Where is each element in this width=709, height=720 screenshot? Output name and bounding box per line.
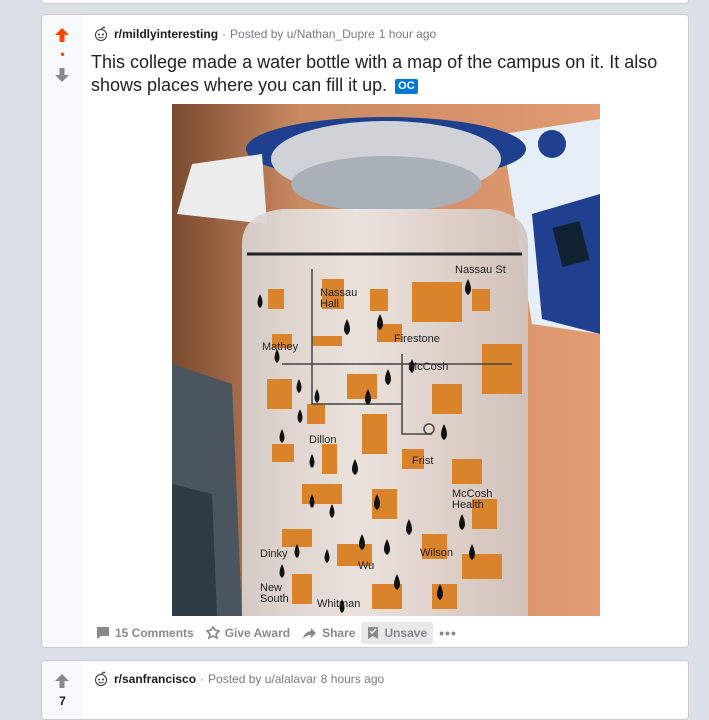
map-label-nassau-st: Nassau St — [455, 264, 506, 276]
map-label-wilson: Wilson — [420, 547, 453, 559]
subreddit-link[interactable]: r/mildlyinteresting — [114, 27, 218, 41]
map-label-firestone: Firestone — [394, 333, 440, 345]
upvote-arrow-icon[interactable] — [54, 673, 70, 689]
post-meta: r/mildlyinteresting · Posted by u/Nathan… — [93, 25, 436, 43]
map-label-whitman: Whitman — [317, 598, 360, 610]
map-label-wu: Wu — [358, 560, 374, 572]
award-icon — [205, 626, 220, 640]
post-meta: r/sanfrancisco · Posted by u/alalavar 8 … — [93, 670, 384, 688]
post-card[interactable]: • r/mildlyinteresting · Posted by u/Nath… — [41, 14, 689, 648]
snoo-icon[interactable] — [93, 671, 109, 687]
downvote-arrow-icon[interactable] — [54, 67, 70, 83]
snoo-icon[interactable] — [93, 26, 109, 42]
map-label-dillon: Dillon — [309, 434, 337, 446]
vote-score: 7 — [59, 694, 66, 708]
comments-button[interactable]: 15 Comments — [90, 622, 200, 644]
post-actions: 15 Comments Give Award Share Unsave ••• — [90, 621, 463, 645]
upvote-arrow-icon[interactable] — [54, 27, 70, 43]
post-image[interactable]: Nassau St Nassau Hall Firestone Mathey Mc… — [172, 104, 600, 616]
map-label-dinky: Dinky — [260, 548, 288, 560]
comments-label: 15 Comments — [115, 626, 194, 640]
previous-post-card — [41, 0, 689, 4]
vote-column: • — [42, 15, 83, 647]
author-link[interactable]: Posted by u/Nathan_Dupre — [230, 27, 375, 41]
give-award-button[interactable]: Give Award — [200, 622, 296, 644]
vote-column: 7 — [42, 661, 83, 719]
post-card[interactable]: 7 r/sanfrancisco · Posted by u/alalavar … — [41, 660, 689, 720]
meta-separator: · — [222, 27, 227, 41]
comment-icon — [97, 627, 109, 639]
water-bottle-image: Nassau St Nassau Hall Firestone Mathey Mc… — [172, 104, 600, 616]
map-label-mathey: Mathey — [262, 341, 299, 353]
share-arrow-icon — [303, 627, 317, 639]
share-button[interactable]: Share — [296, 622, 361, 644]
oc-flair: OC — [395, 78, 418, 94]
meta-separator: · — [200, 672, 205, 686]
unsave-button[interactable]: Unsave — [361, 622, 434, 644]
more-options-button[interactable]: ••• — [433, 621, 463, 645]
vote-score: • — [60, 47, 65, 61]
map-label-frist: Frist — [412, 455, 433, 467]
bookmark-icon — [368, 627, 379, 639]
post-time: 8 hours ago — [320, 672, 385, 686]
post-title-text[interactable]: This college made a water bottle with a … — [91, 52, 657, 95]
post-time: 1 hour ago — [378, 27, 437, 41]
map-label-mccosh: McCosh — [408, 361, 448, 373]
unsave-label: Unsave — [384, 626, 428, 640]
share-label: Share — [322, 626, 356, 640]
post-title[interactable]: This college made a water bottle with a … — [91, 51, 681, 97]
author-link[interactable]: Posted by u/alalavar — [208, 672, 317, 686]
subreddit-link[interactable]: r/sanfrancisco — [114, 672, 196, 686]
award-label: Give Award — [224, 626, 291, 640]
